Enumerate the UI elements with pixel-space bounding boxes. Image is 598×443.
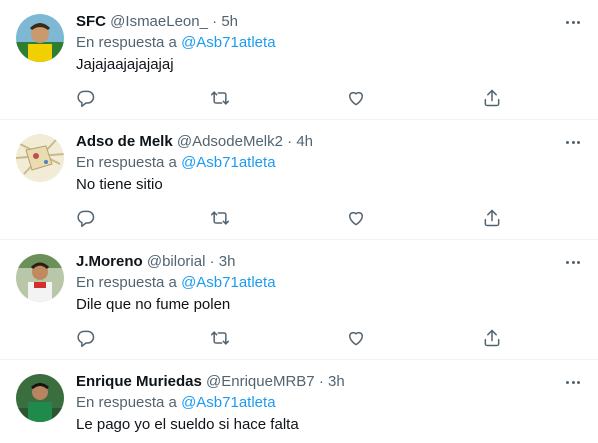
tweet-text: Jajajaajajajajaj	[76, 56, 174, 73]
tweet-actions	[76, 208, 508, 228]
separator: ·	[287, 133, 293, 150]
reply-context: En respuesta a @Asb71atleta	[76, 153, 276, 173]
avatar[interactable]	[16, 134, 64, 182]
display-name[interactable]: SFC	[76, 13, 106, 30]
user-handle[interactable]: @IsmaeLeon_	[110, 13, 208, 30]
retweet-icon[interactable]	[210, 88, 230, 108]
tweet-header: J.Moreno @bilorial · 3h	[76, 252, 235, 272]
retweet-icon[interactable]	[210, 208, 230, 228]
timestamp[interactable]: 4h	[296, 133, 313, 150]
timestamp[interactable]: 3h	[219, 253, 236, 270]
tweet-3[interactable]: J.Moreno @bilorial · 3h En respuesta a @…	[0, 240, 598, 360]
mention-link[interactable]: @Asb71atleta	[181, 394, 275, 411]
more-icon[interactable]	[566, 134, 580, 150]
more-icon[interactable]	[566, 14, 580, 30]
timestamp[interactable]: 5h	[221, 13, 238, 30]
user-handle[interactable]: @EnriqueMRB7	[206, 373, 315, 390]
mention-link[interactable]: @Asb71atleta	[181, 34, 275, 51]
avatar[interactable]	[16, 254, 64, 302]
reply-icon[interactable]	[76, 208, 96, 228]
share-icon[interactable]	[482, 88, 502, 108]
tweet-actions	[76, 328, 508, 348]
reply-prefix: En respuesta a	[76, 154, 177, 171]
avatar[interactable]	[16, 14, 64, 62]
tweet-text: No tiene sitio	[76, 176, 163, 193]
reply-context: En respuesta a @Asb71atleta	[76, 33, 276, 53]
reply-prefix: En respuesta a	[76, 274, 177, 291]
mention-link[interactable]: @Asb71atleta	[181, 154, 275, 171]
tweet-text: Le pago yo el sueldo si hace falta	[76, 416, 299, 433]
share-icon[interactable]	[482, 328, 502, 348]
tweet-header: SFC @IsmaeLeon_ · 5h	[76, 12, 238, 32]
reply-icon[interactable]	[76, 88, 96, 108]
tweet-header: Enrique Muriedas @EnriqueMRB7 · 3h	[76, 372, 345, 392]
reply-context: En respuesta a @Asb71atleta	[76, 393, 276, 413]
separator: ·	[209, 253, 215, 270]
timestamp[interactable]: 3h	[328, 373, 345, 390]
mention-link[interactable]: @Asb71atleta	[181, 274, 275, 291]
more-icon[interactable]	[566, 374, 580, 390]
tweet-header: Adso de Melk @AdsodeMelk2 · 4h	[76, 132, 313, 152]
reply-icon[interactable]	[76, 328, 96, 348]
like-icon[interactable]	[346, 328, 366, 348]
display-name[interactable]: J.Moreno	[76, 253, 143, 270]
separator: ·	[212, 13, 218, 30]
reply-context: En respuesta a @Asb71atleta	[76, 273, 276, 293]
like-icon[interactable]	[346, 88, 366, 108]
user-handle[interactable]: @AdsodeMelk2	[177, 133, 283, 150]
more-icon[interactable]	[566, 254, 580, 270]
reply-prefix: En respuesta a	[76, 394, 177, 411]
tweet-actions	[76, 88, 508, 108]
separator: ·	[318, 373, 324, 390]
avatar[interactable]	[16, 374, 64, 422]
reply-prefix: En respuesta a	[76, 34, 177, 51]
tweet-text: Dile que no fume polen	[76, 296, 231, 313]
tweet-1[interactable]: SFC @IsmaeLeon_ · 5h En respuesta a @Asb…	[0, 0, 598, 120]
user-handle[interactable]: @bilorial	[147, 253, 206, 270]
retweet-icon[interactable]	[210, 328, 230, 348]
tweet-4[interactable]: Enrique Muriedas @EnriqueMRB7 · 3h En re…	[0, 360, 598, 440]
display-name[interactable]: Enrique Muriedas	[76, 373, 202, 390]
tweet-2[interactable]: Adso de Melk @AdsodeMelk2 · 4h En respue…	[0, 120, 598, 240]
like-icon[interactable]	[346, 208, 366, 228]
display-name[interactable]: Adso de Melk	[76, 133, 173, 150]
share-icon[interactable]	[482, 208, 502, 228]
